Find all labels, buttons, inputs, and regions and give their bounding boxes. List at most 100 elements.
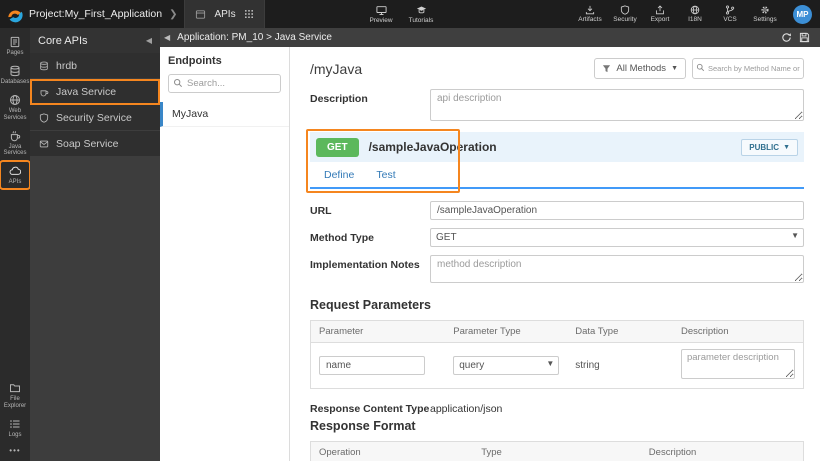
settings-button[interactable]: Settings (752, 5, 778, 23)
rail-item-pages[interactable]: Pages (1, 33, 29, 59)
artifacts-icon (585, 5, 595, 15)
method-filter-label: All Methods (616, 63, 667, 74)
sidebar-item-label: Soap Service (56, 137, 119, 150)
topbar-right-actions: Artifacts Security Export I18N VCS Setti… (577, 4, 812, 24)
description-textarea[interactable] (430, 89, 804, 121)
rail-label: Pages (6, 50, 24, 56)
left-icon-rail: Pages Databases Web Services Java Servic… (0, 28, 31, 461)
rail-more-button[interactable]: ••• (9, 444, 20, 457)
implementation-notes-label: Implementation Notes (310, 259, 420, 271)
sidebar-item-hrdb[interactable]: hrdb (30, 53, 160, 79)
grid-icon[interactable] (244, 9, 254, 19)
sidebar-item-soap-service[interactable]: Soap Service (30, 131, 160, 157)
method-filter-dropdown[interactable]: All Methods ▼ (594, 58, 686, 79)
visibility-label: PUBLIC (749, 142, 780, 152)
rail-item-file-explorer[interactable]: File Explorer (1, 379, 29, 412)
rail-item-apis[interactable]: APIs (0, 160, 31, 191)
tab-define[interactable]: Define (324, 169, 354, 181)
breadcrumb-bar: ◀ Application: PM_10 > Java Service (160, 28, 820, 47)
request-parameters-table: Parameter Parameter Type Data Type Descr… (310, 320, 804, 389)
sidebar-item-security-service[interactable]: Security Service (30, 105, 160, 131)
url-input[interactable] (430, 201, 804, 220)
user-avatar[interactable]: MP (793, 4, 812, 24)
col-description: Description (672, 320, 804, 343)
rail-item-java-services[interactable]: Java Services (1, 127, 29, 160)
method-type-select[interactable]: GET (430, 228, 804, 247)
topbar-center-actions: Preview Tutorials (368, 0, 434, 28)
topbar: Project:My_First_Application ❯ APIs Prev… (0, 0, 820, 28)
rail-item-web-services[interactable]: Web Services (1, 91, 29, 124)
tutorials-icon (416, 5, 427, 16)
apis-workspace-tab[interactable]: APIs (184, 0, 265, 28)
col-parameter: Parameter (310, 320, 446, 343)
refresh-icon[interactable] (781, 32, 792, 43)
export-label: Export (650, 16, 670, 23)
operation-header: GET /sampleJavaOperation PUBLIC ▼ (310, 132, 804, 162)
chevron-down-icon: ▼ (671, 65, 678, 72)
table-header-row: Parameter Parameter Type Data Type Descr… (310, 320, 804, 343)
workspace-tab-label: APIs (214, 8, 236, 20)
i18n-icon (690, 5, 700, 15)
sidebar-header: Core APIs ◀ (30, 28, 160, 53)
implementation-notes-textarea[interactable] (430, 255, 804, 283)
response-format-title: Response Format (310, 419, 416, 433)
api-title: /myJava (310, 61, 363, 77)
tutorials-label: Tutorials (408, 16, 434, 24)
parameter-type-select[interactable]: query (453, 356, 560, 375)
collapse-endpoints-icon[interactable]: ◀ (164, 33, 170, 42)
funnel-icon (602, 64, 611, 73)
visibility-dropdown[interactable]: PUBLIC ▼ (741, 138, 798, 156)
method-type-label: Method Type (310, 232, 374, 244)
request-parameters-title: Request Parameters (310, 298, 431, 312)
endpoints-search-input[interactable] (168, 74, 281, 93)
col-operation: Operation (310, 441, 474, 461)
get-method-badge[interactable]: GET (316, 137, 359, 157)
parameter-description-textarea[interactable] (680, 349, 795, 379)
monitor-icon (375, 5, 387, 16)
export-button[interactable]: Export (647, 5, 673, 23)
rail-label: File Explorer (3, 396, 27, 410)
export-icon (655, 5, 665, 15)
description-label: Description (310, 93, 368, 105)
tutorials-button[interactable]: Tutorials (408, 5, 434, 24)
method-search-input[interactable] (692, 58, 804, 79)
vcs-label: VCS (723, 16, 737, 23)
rail-label: Logs (8, 432, 22, 439)
artifacts-button[interactable]: Artifacts (577, 5, 603, 23)
search-icon (173, 78, 183, 88)
response-content-type-value: application/json (430, 403, 503, 415)
endpoints-panel: Endpoints MyJava (160, 47, 290, 461)
response-format-table: Operation Type Description sampleJavaOpe… (310, 441, 804, 461)
endpoint-item-myjava[interactable]: MyJava (160, 102, 289, 127)
rail-label: Databases (0, 78, 30, 85)
file-explorer-icon (9, 382, 21, 394)
collapse-sidebar-icon[interactable]: ◀ (146, 36, 152, 45)
sidebar-item-label: hrdb (56, 59, 78, 72)
sidebar-title: Core APIs (38, 34, 88, 47)
col-data-type: Data Type (567, 320, 673, 343)
parameter-name-input[interactable] (319, 356, 425, 375)
sidebar-item-label: Java Service (56, 85, 117, 98)
security-icon (620, 5, 630, 15)
sidebar-item-java-service[interactable]: Java Service (30, 79, 160, 105)
tab-test[interactable]: Test (376, 169, 395, 181)
col-type: Type (473, 441, 641, 461)
databases-icon (9, 65, 21, 77)
preview-button[interactable]: Preview (368, 5, 394, 24)
parameter-data-type: string (575, 360, 600, 371)
col-description: Description (640, 441, 804, 461)
app-logo-icon[interactable] (6, 5, 24, 23)
save-icon[interactable] (799, 32, 810, 43)
vcs-button[interactable]: VCS (717, 5, 743, 23)
operation-path: /sampleJavaOperation (368, 140, 497, 154)
table-header-row: Operation Type Description (310, 441, 804, 461)
web-services-icon (9, 94, 21, 106)
i18n-button[interactable]: I18N (682, 5, 708, 23)
soap-icon (39, 139, 49, 149)
java-icon (39, 87, 49, 97)
project-name[interactable]: Project:My_First_Application (29, 8, 162, 20)
rail-label: APIs (8, 179, 22, 186)
rail-item-logs[interactable]: Logs (1, 415, 29, 441)
rail-item-databases[interactable]: Databases (1, 62, 29, 88)
security-button[interactable]: Security (612, 5, 638, 23)
